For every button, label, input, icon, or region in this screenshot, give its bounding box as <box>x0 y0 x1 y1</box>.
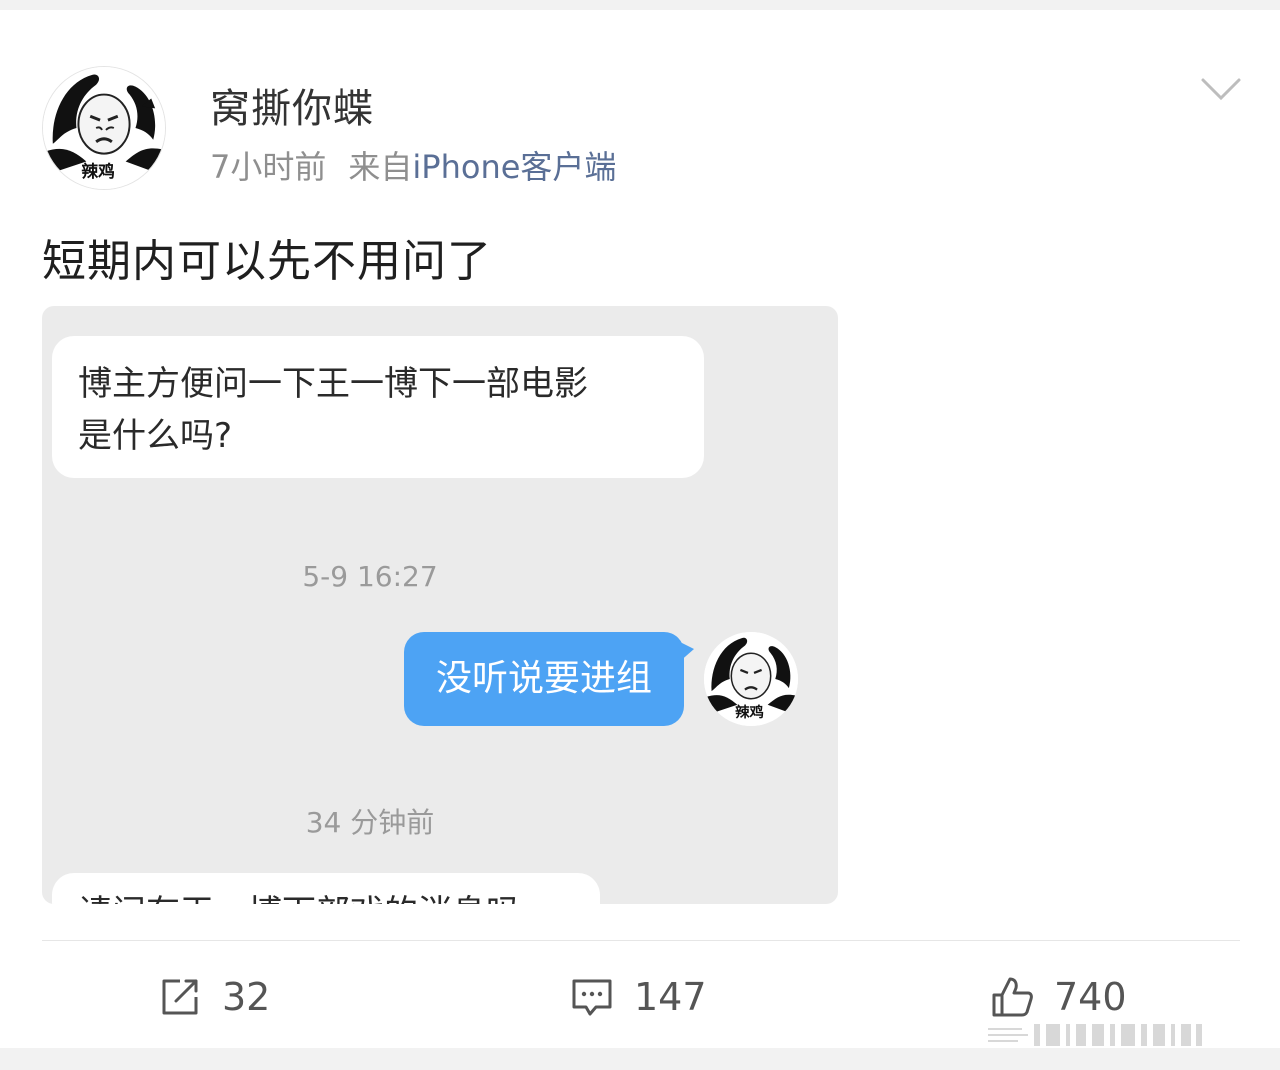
bubble-tail <box>678 641 694 663</box>
sender-avatar: 辣鸡 <box>704 632 798 726</box>
chat-screenshot-image[interactable]: 博主方便问一下王一博下一部电影 是什么吗? 5-9 16:27 没听说要进组 辣… <box>42 306 838 904</box>
like-count: 740 <box>1054 975 1127 1019</box>
author-name[interactable]: 窝撕你蝶 <box>210 76 374 134</box>
action-bar-divider <box>42 940 1240 941</box>
post-text: 短期内可以先不用问了 <box>42 236 492 287</box>
incoming-message-line: 是什么吗? <box>78 416 233 456</box>
repost-button[interactable]: 32 <box>158 962 270 1032</box>
incoming-message-bubble: 博主方便问一下王一博下一部电影 是什么吗? <box>52 336 704 478</box>
post-meta: 7小时前 来自iPhone客户端 <box>210 142 616 188</box>
post-source-client[interactable]: iPhone客户端 <box>412 148 616 186</box>
chevron-down-icon[interactable] <box>1200 76 1242 104</box>
thumbs-up-icon <box>992 977 1033 1017</box>
chat-timestamp: 5-9 16:27 <box>302 560 438 593</box>
meme-face-icon: 辣鸡 <box>704 632 798 726</box>
author-avatar[interactable]: 辣鸡 <box>42 66 166 190</box>
watermark-barcode-icon <box>988 1024 1202 1046</box>
post-time: 7小时前 <box>210 148 327 186</box>
incoming-message-line: 博主方便问一下王一博下一部电影 <box>78 364 588 404</box>
comment-icon <box>572 979 612 1016</box>
repost-count: 32 <box>222 975 271 1019</box>
comment-count: 147 <box>634 975 707 1019</box>
chat-timestamp: 34 分钟前 <box>305 806 435 839</box>
outgoing-message-bubble: 没听说要进组 <box>404 632 684 726</box>
meme-face-icon: 辣鸡 <box>43 67 165 189</box>
weibo-post-card: 辣鸡 窝撕你蝶 7小时前 来自iPhone客户端 短期内可以先不用问了 博主方便问… <box>0 10 1280 1048</box>
sender-avatar-caption: 辣鸡 <box>735 703 764 721</box>
comment-button[interactable]: 147 <box>570 962 707 1032</box>
repost-icon <box>162 979 198 1015</box>
post-source-prefix: 来自 <box>348 148 413 186</box>
incoming-message-bubble-cropped: 请问有王一博下部戏的消息吗 <box>52 873 600 904</box>
avatar-caption: 辣鸡 <box>81 161 114 181</box>
